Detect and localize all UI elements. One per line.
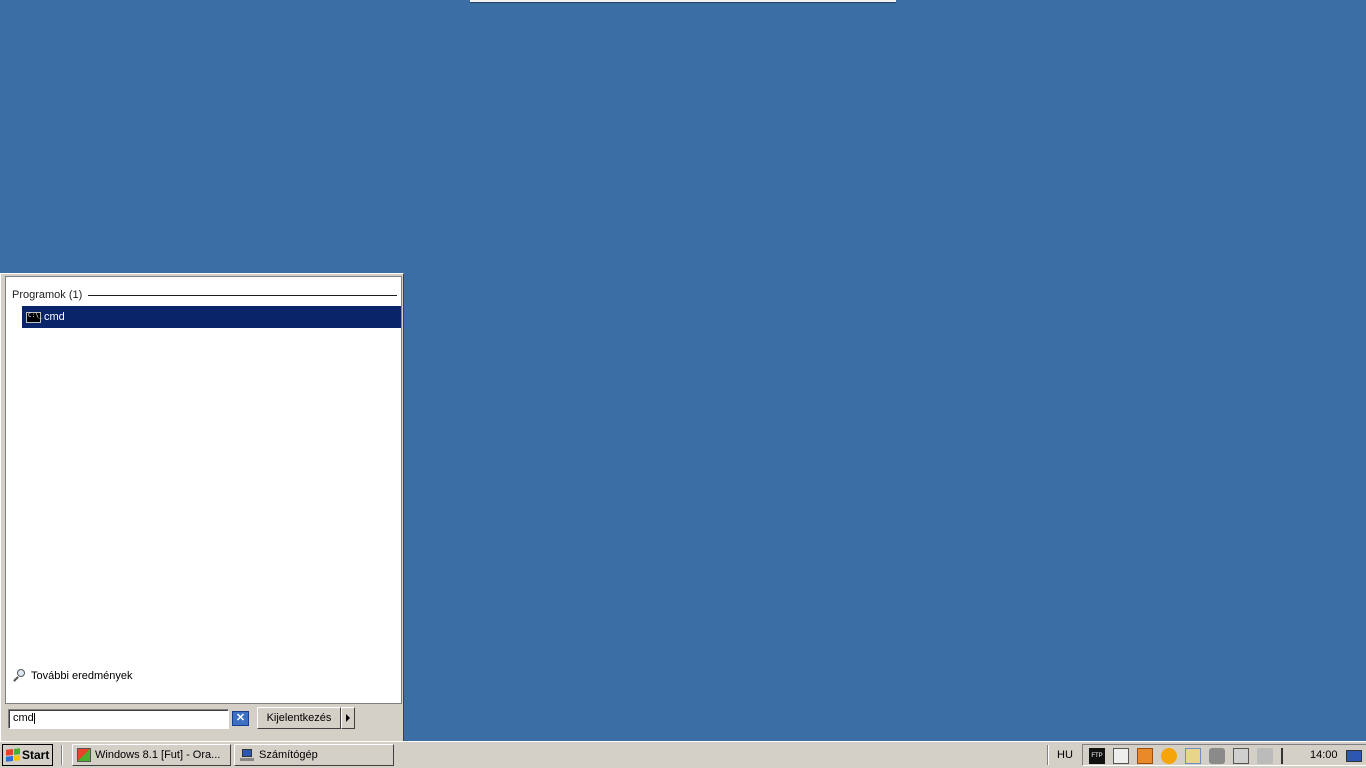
shutdown-options-button[interactable] bbox=[341, 707, 355, 729]
result-item-label: cmd bbox=[44, 311, 65, 323]
search-input-value: cmd bbox=[13, 712, 34, 724]
more-results-label: További eredmények bbox=[31, 670, 133, 682]
taskbar-separator bbox=[61, 745, 63, 765]
logoff-button[interactable]: Kijelentkezés bbox=[257, 707, 341, 729]
group-divider bbox=[88, 294, 397, 296]
computer-icon bbox=[239, 749, 255, 761]
virtualbox-icon bbox=[77, 748, 91, 762]
language-indicator[interactable]: HU bbox=[1057, 749, 1073, 761]
shield-check-icon[interactable] bbox=[1209, 748, 1225, 764]
task-label: Számítógép bbox=[259, 749, 318, 761]
task-label: Windows 8.1 [Fut] - Ora... bbox=[95, 749, 221, 761]
start-button[interactable]: Start bbox=[2, 744, 53, 766]
folder-sync-icon[interactable] bbox=[1185, 748, 1201, 764]
task-button-virtualbox[interactable]: Windows 8.1 [Fut] - Ora... bbox=[72, 744, 231, 766]
search-input[interactable]: cmd bbox=[8, 709, 229, 729]
search-results-pane: Programok (1) cmd További eredmények bbox=[5, 276, 402, 704]
show-desktop-icon[interactable] bbox=[1346, 750, 1362, 762]
ftp-icon[interactable]: FTP bbox=[1089, 748, 1105, 764]
app-orange-icon[interactable] bbox=[1137, 748, 1153, 764]
taskbar-separator bbox=[1047, 745, 1049, 765]
start-label: Start bbox=[22, 748, 50, 762]
volume-muted-icon[interactable] bbox=[1257, 748, 1273, 764]
cmd-icon bbox=[26, 311, 42, 323]
close-icon: ✕ bbox=[235, 712, 246, 724]
windows-logo-icon bbox=[6, 748, 20, 762]
taskbar: Start Windows 8.1 [Fut] - Ora... Számító… bbox=[0, 741, 1366, 768]
search-icon bbox=[13, 669, 27, 683]
circle-orange-icon[interactable] bbox=[1161, 748, 1177, 764]
start-menu: Programok (1) cmd További eredmények cmd… bbox=[0, 273, 404, 741]
action-center-flag-icon[interactable] bbox=[1281, 748, 1297, 764]
network-icon[interactable] bbox=[1233, 748, 1249, 764]
clear-search-button[interactable]: ✕ bbox=[232, 711, 249, 726]
more-results-link[interactable]: További eredmények bbox=[13, 669, 133, 683]
logoff-label: Kijelentkezés bbox=[266, 712, 332, 724]
programs-group-header: Programok (1) bbox=[12, 287, 397, 303]
result-item-cmd[interactable]: cmd bbox=[22, 306, 401, 328]
text-caret bbox=[33, 712, 35, 724]
programs-group-label: Programok (1) bbox=[12, 289, 83, 301]
window-edge bbox=[470, 0, 896, 2]
clock[interactable]: 14:00 bbox=[1310, 749, 1338, 761]
media-sync-icon[interactable] bbox=[1113, 748, 1129, 764]
task-button-computer[interactable]: Számítógép bbox=[234, 744, 394, 766]
